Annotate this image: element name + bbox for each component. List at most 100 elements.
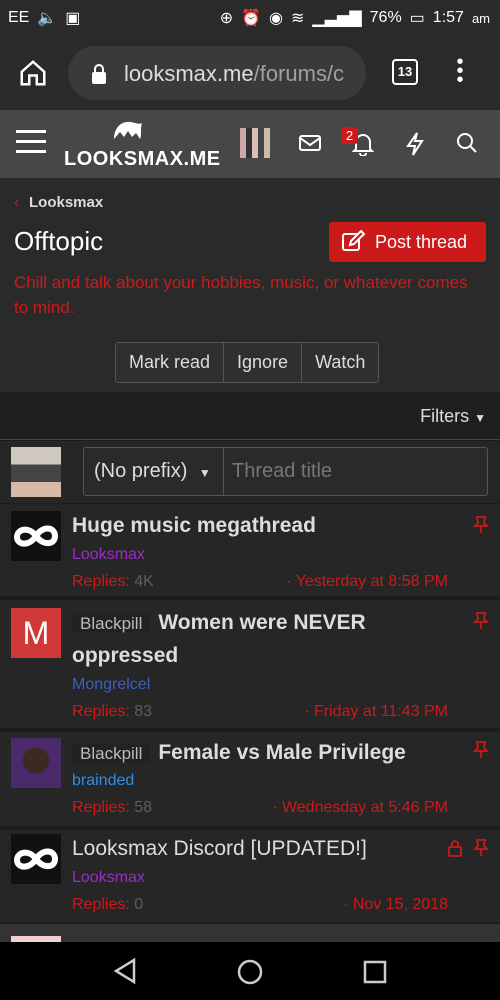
forum-description: Chill and talk about your hobbies, music… <box>14 273 468 317</box>
battery-icon: ▭ <box>409 10 425 27</box>
notification-count: 2 <box>345 128 354 143</box>
url-path: /forums/c <box>253 61 345 86</box>
wifi-icon: ≋ <box>291 10 305 27</box>
caret-down-icon: ▼ <box>198 466 211 480</box>
breadcrumb-label: Looksmax <box>29 194 104 211</box>
gallery-icon: ▣ <box>65 10 81 27</box>
pin-icon <box>472 839 490 856</box>
data-saver-icon: ⊕ <box>219 10 234 27</box>
carrier-label: EE <box>8 9 30 26</box>
battery-percent: 76% <box>369 9 402 26</box>
replies-label: Replies: <box>72 799 130 816</box>
replies-count: 0 <box>134 896 144 913</box>
caret-down-icon: ▼ <box>474 411 486 425</box>
page-title: Offtopic <box>14 226 104 256</box>
search-icon[interactable] <box>456 132 478 154</box>
profile-avatar[interactable] <box>240 128 270 158</box>
thread-title[interactable]: Huge music megathread <box>72 510 316 542</box>
replies-count: 58 <box>134 799 153 816</box>
lock-icon <box>92 64 106 84</box>
thread-author[interactable]: Mongrelcel <box>72 676 150 694</box>
lightning-icon[interactable] <box>406 132 424 156</box>
ignore-button[interactable]: Ignore <box>224 343 303 382</box>
replies-count: 83 <box>134 703 153 720</box>
thread-title-text: Female vs Male Privilege <box>158 741 406 764</box>
clock-ampm: am <box>471 10 490 26</box>
replies-label: Replies: <box>72 896 130 913</box>
eye-icon: ◉ <box>269 10 284 27</box>
system-nav-bar <box>0 942 500 1000</box>
forum-actions: Mark read Ignore Watch <box>115 342 380 383</box>
thread-date[interactable]: · Friday at 11:43 PM <box>304 703 448 721</box>
letter-avatar: M <box>11 608 61 658</box>
thread-date[interactable]: · Nov 15, 2018 <box>343 896 448 914</box>
replies-label: Replies: <box>72 573 130 590</box>
thread-replies: Replies: 83 <box>72 703 152 721</box>
pin-icon <box>472 612 490 629</box>
tab-count: 13 <box>397 64 413 79</box>
thread-replies: Replies: 0 <box>72 896 143 914</box>
mark-read-button[interactable]: Mark read <box>116 343 225 382</box>
thread-author[interactable]: Looksmax <box>72 546 145 564</box>
thread-prefix-badge[interactable]: Blackpill <box>72 614 151 633</box>
mail-icon[interactable] <box>299 134 321 152</box>
breadcrumb[interactable]: ‹ Looksmax <box>14 194 103 211</box>
pin-icon <box>472 741 490 758</box>
menu-icon[interactable]: • • • <box>455 52 465 90</box>
home-circle-icon[interactable] <box>236 958 264 986</box>
post-thread-label: Post thread <box>375 231 468 252</box>
thread-author[interactable]: brainded <box>72 772 134 790</box>
looksmax-logo-avatar <box>11 834 61 884</box>
notification-badge: 2 <box>341 127 358 144</box>
volume-icon: 🔈 <box>37 10 58 27</box>
thread-date-label: Nov 15, 2018 <box>352 896 448 913</box>
filters-label: Filters <box>420 406 470 426</box>
pin-icon <box>472 516 490 533</box>
thread-replies: Replies: 4K <box>72 573 154 591</box>
filters-button[interactable]: Filters ▼ <box>420 406 486 427</box>
thread-replies: Replies: 58 <box>72 799 152 817</box>
user-avatar <box>11 447 61 497</box>
signal-icon: ▁▃▅▇ <box>312 10 362 27</box>
site-logo[interactable]: LOOKSMAX.ME <box>64 148 221 171</box>
edit-icon <box>342 230 365 251</box>
thread-title[interactable]: Looksmax Discord [UPDATED!] <box>72 833 367 865</box>
thread-date[interactable]: · Wednesday at 5:46 PM <box>272 799 448 817</box>
back-icon[interactable] <box>112 957 138 985</box>
thread-date-label: Friday at 11:43 PM <box>314 703 448 720</box>
next-thread-peek <box>0 924 500 942</box>
replies-count: 4K <box>134 573 154 590</box>
thread-date-label: Yesterday at 8:58 PM <box>295 573 448 590</box>
recents-icon[interactable] <box>362 959 388 985</box>
user-photo-avatar <box>11 738 61 788</box>
prefix-select[interactable]: (No prefix) ▼ <box>84 448 224 495</box>
post-thread-button[interactable]: Post thread <box>329 222 486 262</box>
thread-date[interactable]: · Yesterday at 8:58 PM <box>286 573 448 591</box>
clock-time: 1:57 <box>432 9 464 26</box>
thread-title[interactable]: Blackpill Women were NEVER oppressed <box>72 607 402 672</box>
alarm-icon: ⏰ <box>241 10 262 27</box>
avatar-letter: M <box>22 615 50 651</box>
watch-button[interactable]: Watch <box>302 343 378 382</box>
home-icon[interactable] <box>18 58 48 88</box>
lock-icon <box>448 840 462 857</box>
thread-author[interactable]: Looksmax <box>72 869 145 887</box>
thread-title[interactable]: Blackpill Female vs Male Privilege <box>72 737 432 770</box>
logo-hair-icon <box>114 121 142 139</box>
status-bar: EE 🔈 ▣ ⊕ ⏰ ◉ ≋ ▁▃▅▇ 76% ▭ 1:57 am <box>0 0 500 36</box>
browser-toolbar: looksmax.me/forums/c 13 • • • <box>0 36 500 110</box>
thread-date-label: Wednesday at 5:46 PM <box>281 799 448 816</box>
tabs-button[interactable]: 13 <box>392 59 418 85</box>
thread-title-input[interactable]: Thread title <box>232 448 332 495</box>
new-thread-form: (No prefix) ▼ Thread title <box>83 447 488 496</box>
url-text: looksmax.me/forums/c <box>124 61 344 87</box>
address-bar[interactable]: looksmax.me/forums/c <box>68 46 366 100</box>
replies-label: Replies: <box>72 703 130 720</box>
filters-bar: Filters ▼ <box>0 392 500 440</box>
thread-prefix-badge[interactable]: Blackpill <box>72 744 151 763</box>
url-host: looksmax.me <box>124 61 254 86</box>
looksmax-logo-avatar <box>11 511 61 561</box>
prefix-value: (No prefix) <box>94 460 188 482</box>
chevron-left-icon: ‹ <box>14 194 19 211</box>
hamburger-icon[interactable] <box>16 130 46 153</box>
